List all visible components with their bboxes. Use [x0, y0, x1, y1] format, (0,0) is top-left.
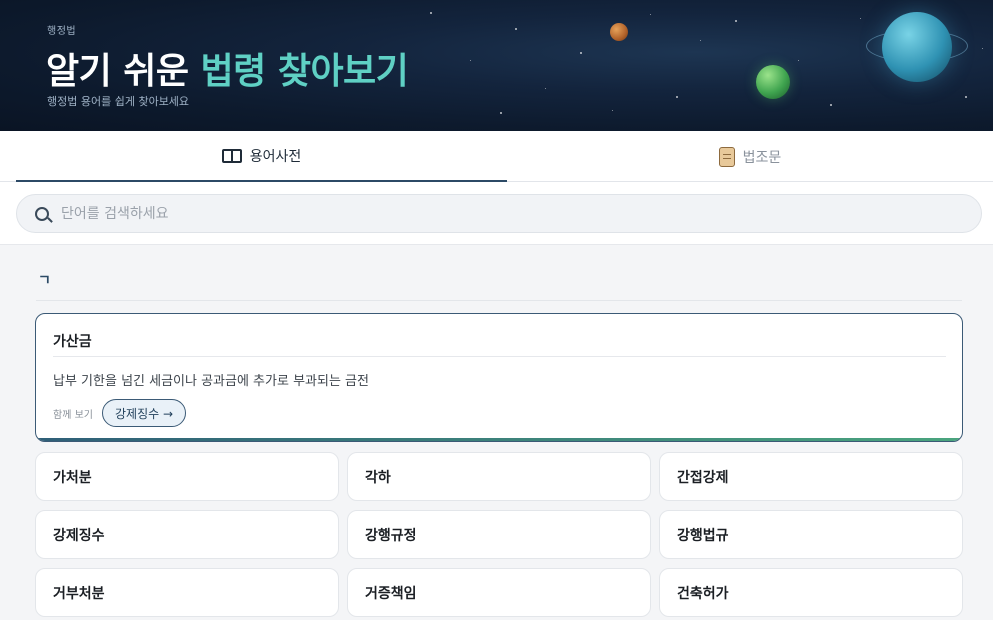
term-card[interactable]: 거부처분: [35, 568, 339, 617]
card-divider: [53, 356, 946, 357]
star: [735, 20, 737, 22]
tab-glossary[interactable]: 용어사전: [16, 131, 507, 182]
search-icon: [35, 206, 49, 221]
search-area: [0, 182, 993, 245]
star: [830, 104, 832, 106]
star: [982, 48, 983, 49]
star: [860, 18, 861, 19]
star: [470, 60, 471, 61]
search-box[interactable]: [16, 194, 982, 233]
star: [515, 28, 517, 30]
term-card[interactable]: 가처분: [35, 452, 339, 501]
related-term-link[interactable]: 강제징수 →: [102, 399, 187, 427]
section-heading: ㄱ: [38, 273, 51, 289]
title-plain: 알기 쉬운: [46, 51, 201, 92]
star: [580, 52, 582, 54]
hero-banner: 행정법 알기 쉬운 법령 찾아보기 행정법 용어를 쉽게 찾아보세요: [0, 0, 993, 131]
card-accent-bar: [36, 438, 962, 441]
tab-statutes[interactable]: 법조문: [507, 131, 993, 182]
term-card[interactable]: 각하: [347, 452, 651, 501]
tab-bar: 용어사전 법조문: [0, 131, 993, 182]
blue-planet-icon: [882, 12, 952, 82]
star: [545, 88, 546, 89]
term-card[interactable]: 강행법규: [659, 510, 963, 559]
orange-planet-icon: [610, 23, 628, 41]
term-title: 가산금: [53, 334, 92, 350]
term-card[interactable]: 강행규정: [347, 510, 651, 559]
green-planet-icon: [756, 65, 790, 99]
hero-subtitle: 행정법 용어를 쉽게 찾아보세요: [47, 95, 190, 108]
star: [430, 12, 432, 14]
book-icon: [221, 148, 242, 163]
hero-kicker: 행정법: [47, 26, 77, 37]
term-card[interactable]: 강제징수: [35, 510, 339, 559]
star: [612, 110, 613, 111]
search-input[interactable]: [61, 205, 921, 222]
see-also-label: 함께 보기: [53, 410, 93, 421]
star: [965, 96, 967, 98]
star: [500, 112, 502, 114]
tab-label: 법조문: [742, 149, 782, 166]
term-card[interactable]: 간접강제: [659, 452, 963, 501]
term-card[interactable]: 건축허가: [659, 568, 963, 617]
term-card[interactable]: 거증책임: [347, 568, 651, 617]
scroll-icon: [718, 146, 735, 167]
star: [650, 14, 651, 15]
section-divider: [36, 300, 962, 301]
star: [700, 40, 701, 41]
star: [676, 96, 678, 98]
title-accent: 법령 찾아보기: [200, 51, 409, 92]
term-definition: 납부 기한을 넘긴 세금이나 공과금에 추가로 부과되는 금전: [53, 374, 369, 389]
page-title: 알기 쉬운 법령 찾아보기: [46, 42, 409, 94]
star: [798, 60, 799, 61]
tab-label: 용어사전: [249, 148, 302, 165]
term-card-expanded[interactable]: 가산금 납부 기한을 넘긴 세금이나 공과금에 추가로 부과되는 금전 함께 보…: [35, 313, 963, 442]
